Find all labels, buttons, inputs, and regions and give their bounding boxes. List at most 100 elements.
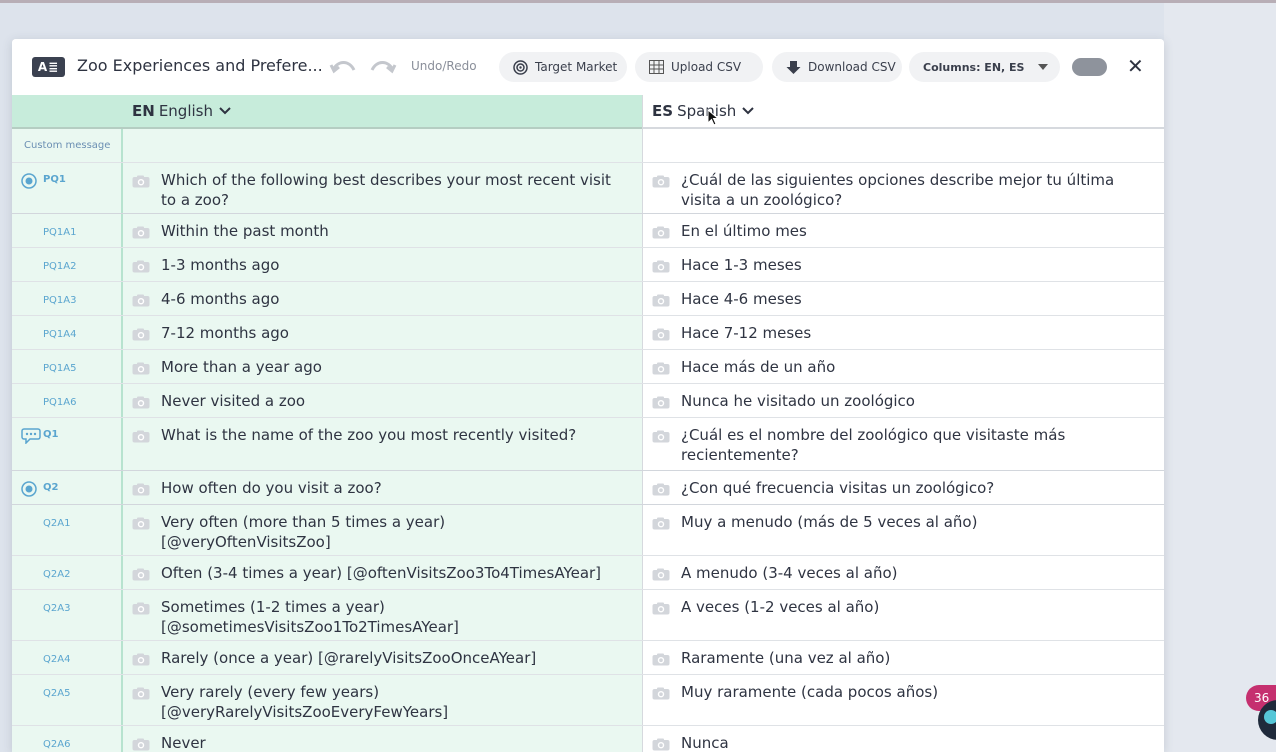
spanish-cell[interactable]: ¿Con qué frecuencia visitas un zoológico…: [642, 471, 1164, 504]
spanish-cell[interactable]: [642, 129, 1164, 162]
row-id: Custom message: [24, 140, 111, 151]
single-choice-icon: [21, 481, 37, 501]
spanish-cell[interactable]: Hace más de un año: [642, 350, 1164, 383]
answer-id: PQ1A1: [43, 227, 77, 238]
spanish-text: Hace 1-3 meses: [681, 256, 802, 274]
spanish-cell[interactable]: Hace 4-6 meses: [642, 282, 1164, 315]
table-row: PQ1A6 Never visited a zoo Nunca he visitad…: [12, 384, 1164, 418]
spanish-cell[interactable]: A veces (1-2 veces al año): [642, 590, 1164, 640]
spanish-cell[interactable]: En el último mes: [642, 214, 1164, 247]
camera-icon[interactable]: [132, 736, 150, 752]
camera-icon[interactable]: [652, 685, 670, 704]
target-market-button[interactable]: Target Market: [499, 52, 627, 82]
help-icon[interactable]: [1072, 58, 1107, 76]
spanish-text: Hace 7-12 meses: [681, 324, 812, 342]
row-id-cell: PQ1: [12, 163, 123, 213]
camera-icon[interactable]: [132, 428, 150, 447]
camera-icon[interactable]: [132, 515, 150, 534]
close-icon[interactable]: ✕: [1127, 56, 1145, 76]
camera-icon[interactable]: [652, 566, 670, 585]
english-cell[interactable]: [123, 129, 642, 162]
camera-icon[interactable]: [132, 224, 150, 243]
camera-icon[interactable]: [652, 326, 670, 345]
camera-icon[interactable]: [132, 600, 150, 619]
question-id: PQ1: [43, 174, 66, 185]
english-cell[interactable]: More than a year ago: [123, 350, 642, 383]
camera-icon[interactable]: [132, 481, 150, 500]
camera-icon[interactable]: [132, 326, 150, 345]
spanish-cell[interactable]: Nunca he visitado un zoológico: [642, 384, 1164, 417]
row-id-cell: Q2A5: [12, 675, 123, 725]
english-cell[interactable]: Never: [123, 726, 642, 752]
camera-icon[interactable]: [132, 258, 150, 277]
download-csv-button[interactable]: Download CSV: [772, 52, 902, 82]
camera-icon[interactable]: [652, 292, 670, 311]
column-header-english[interactable]: EN English: [12, 95, 642, 129]
window-top-edge: [0, 0, 1276, 3]
camera-icon[interactable]: [652, 515, 670, 534]
table-row: Q2A5 Very rarely (every few years) [@very…: [12, 675, 1164, 726]
spanish-cell[interactable]: Nunca: [642, 726, 1164, 752]
english-text: How often do you visit a zoo?: [161, 479, 382, 497]
camera-icon[interactable]: [652, 736, 670, 752]
camera-icon[interactable]: [132, 651, 150, 670]
english-cell[interactable]: How often do you visit a zoo?: [123, 471, 642, 504]
english-cell[interactable]: Sometimes (1-2 times a year) [@sometimes…: [123, 590, 642, 640]
table-row: Q2A1 Very often (more than 5 times a year…: [12, 505, 1164, 556]
camera-icon[interactable]: [132, 394, 150, 413]
english-text: Rarely (once a year) [@rarelyVisitsZooOn…: [161, 649, 537, 667]
upload-csv-label: Upload CSV: [671, 60, 742, 74]
columns-dropdown[interactable]: Columns: EN, ES: [909, 52, 1060, 82]
english-cell[interactable]: Very often (more than 5 times a year) [@…: [123, 505, 642, 555]
spanish-cell[interactable]: A menudo (3-4 veces al año): [642, 556, 1164, 589]
english-cell[interactable]: Very rarely (every few years) [@veryRare…: [123, 675, 642, 725]
camera-icon[interactable]: [652, 224, 670, 243]
camera-icon[interactable]: [132, 173, 150, 192]
row-id-cell: PQ1A2: [12, 248, 123, 281]
camera-icon[interactable]: [652, 360, 670, 379]
camera-icon[interactable]: [652, 481, 670, 500]
camera-icon[interactable]: [132, 292, 150, 311]
spanish-cell[interactable]: ¿Cuál es el nombre del zoológico que vis…: [642, 418, 1164, 470]
spanish-cell[interactable]: ¿Cuál de las siguientes opciones describ…: [642, 163, 1164, 213]
upload-csv-button[interactable]: Upload CSV: [635, 52, 763, 82]
english-cell[interactable]: Never visited a zoo: [123, 384, 642, 417]
answer-id: Q2A1: [43, 518, 71, 529]
english-cell[interactable]: Rarely (once a year) [@rarelyVisitsZooOn…: [123, 641, 642, 674]
row-id-cell: PQ1A6: [12, 384, 123, 417]
spanish-cell[interactable]: Raramente (una vez al año): [642, 641, 1164, 674]
camera-icon[interactable]: [652, 428, 670, 447]
camera-icon[interactable]: [652, 600, 670, 619]
spanish-cell[interactable]: Hace 7-12 meses: [642, 316, 1164, 349]
spanish-text: En el último mes: [681, 222, 807, 240]
language-code: EN: [132, 102, 155, 120]
english-cell[interactable]: 7-12 months ago: [123, 316, 642, 349]
undo-icon[interactable]: [329, 57, 357, 77]
camera-icon[interactable]: [132, 566, 150, 585]
camera-icon[interactable]: [652, 394, 670, 413]
english-cell[interactable]: Often (3-4 times a year) [@oftenVisitsZo…: [123, 556, 642, 589]
camera-icon[interactable]: [652, 651, 670, 670]
camera-icon[interactable]: [132, 685, 150, 704]
redo-icon[interactable]: [369, 57, 397, 77]
english-text: Within the past month: [161, 222, 329, 240]
camera-icon[interactable]: [132, 360, 150, 379]
table-row: Q1 What is the name of the zoo you most r…: [12, 418, 1164, 471]
english-cell[interactable]: 1-3 months ago: [123, 248, 642, 281]
spanish-text: Raramente (una vez al año): [681, 649, 891, 667]
answer-id: Q2A2: [43, 569, 71, 580]
english-cell[interactable]: Within the past month: [123, 214, 642, 247]
answer-id: Q2A6: [43, 739, 71, 750]
english-cell[interactable]: 4-6 months ago: [123, 282, 642, 315]
table-row: PQ1A5 More than a year ago Hace más de un …: [12, 350, 1164, 384]
english-cell[interactable]: Which of the following best describes yo…: [123, 163, 642, 213]
camera-icon[interactable]: [652, 258, 670, 277]
column-header-spanish[interactable]: ES Spanish: [642, 95, 1164, 129]
spanish-cell[interactable]: Muy raramente (cada pocos años): [642, 675, 1164, 725]
table-row: Q2A3 Sometimes (1-2 times a year) [@somet…: [12, 590, 1164, 641]
english-cell[interactable]: What is the name of the zoo you most rec…: [123, 418, 642, 470]
question-id: Q2: [43, 482, 59, 493]
spanish-cell[interactable]: Hace 1-3 meses: [642, 248, 1164, 281]
camera-icon[interactable]: [652, 173, 670, 192]
spanish-cell[interactable]: Muy a menudo (más de 5 veces al año): [642, 505, 1164, 555]
